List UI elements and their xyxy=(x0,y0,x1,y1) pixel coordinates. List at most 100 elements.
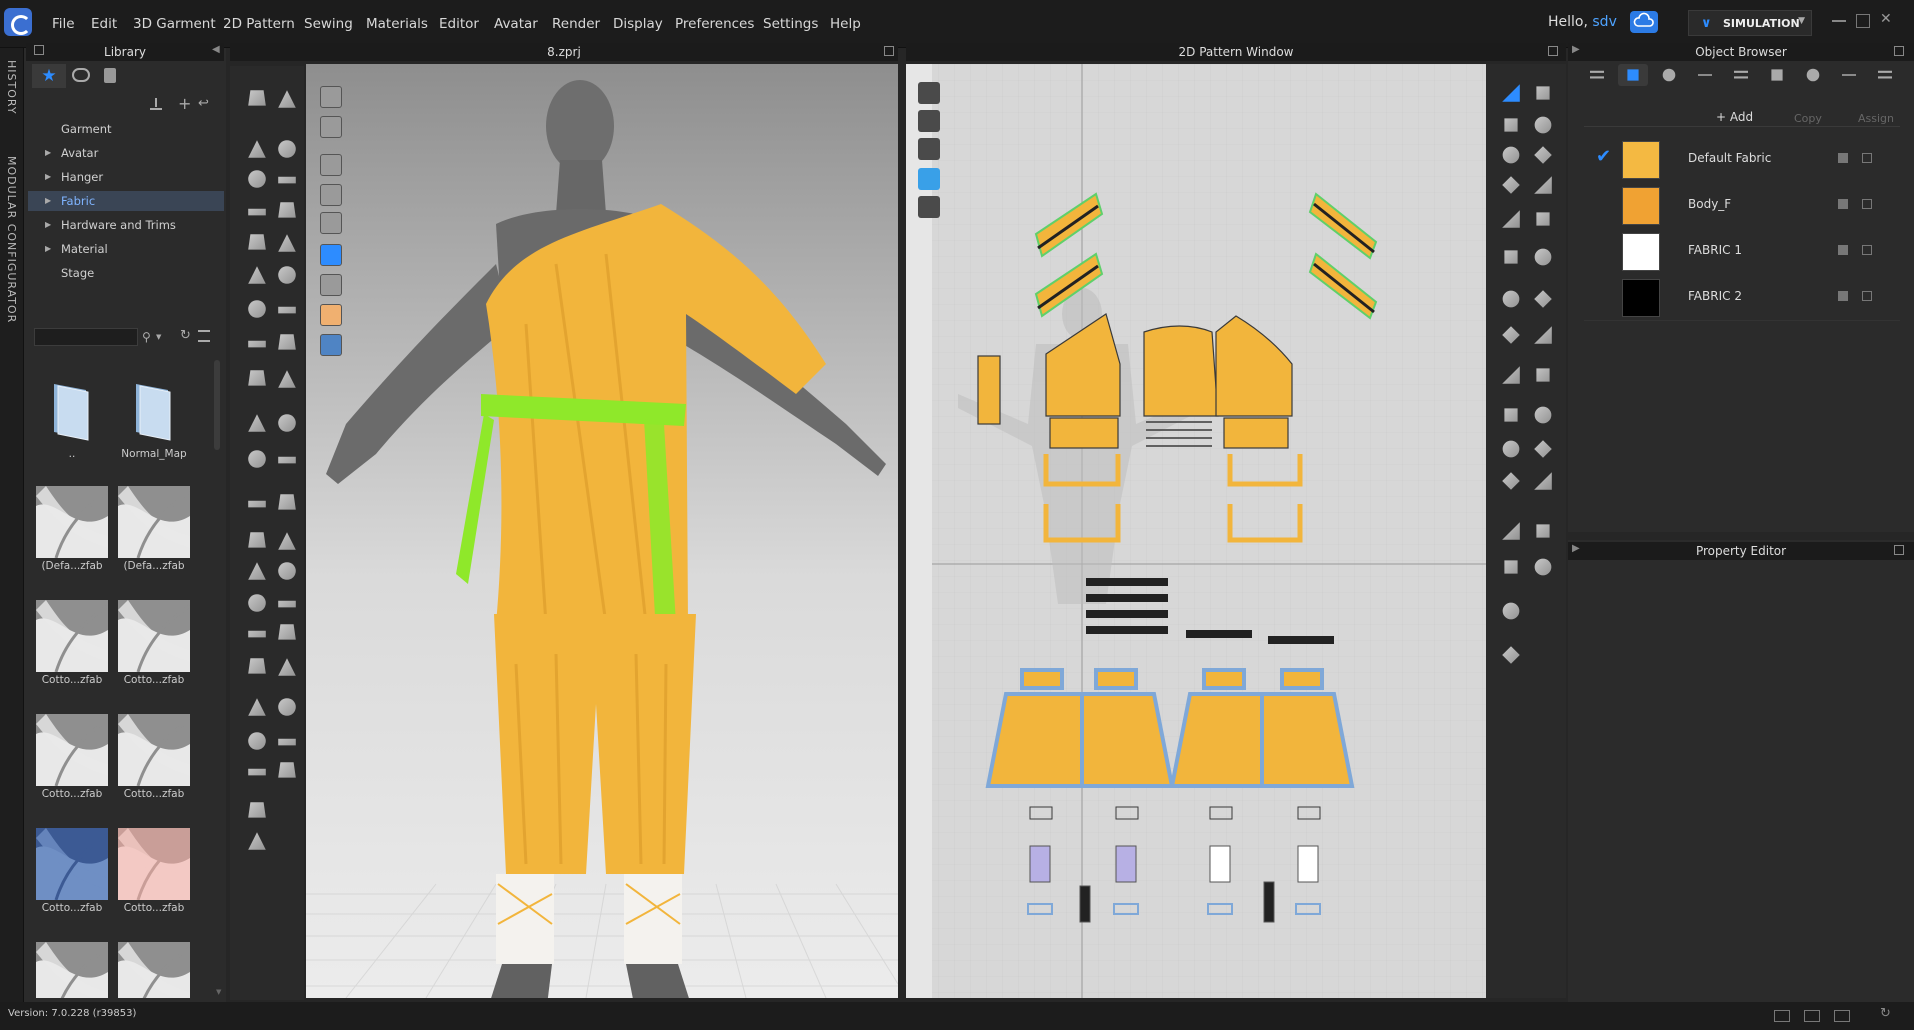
delete-fabric-icon[interactable] xyxy=(1862,153,1872,163)
minimize-icon[interactable] xyxy=(1832,20,1846,22)
collapse-icon[interactable]: ◀ xyxy=(212,44,220,55)
maximize-3d-icon[interactable] xyxy=(884,46,894,56)
view-avatar-icon[interactable] xyxy=(320,116,342,138)
view-texture-icon[interactable] xyxy=(320,244,342,266)
menu-edit[interactable]: Edit xyxy=(91,16,117,32)
layout-single-icon[interactable] xyxy=(1774,1010,1790,1022)
texture-tab-icon[interactable] xyxy=(1654,64,1684,86)
sync-icon[interactable]: ↻ xyxy=(1880,1006,1891,1021)
restore-icon[interactable] xyxy=(1856,14,1870,28)
menu-editor[interactable]: Editor xyxy=(439,16,479,32)
menu-3d-garment[interactable]: 3D Garment xyxy=(133,16,216,32)
2d-texture-icon[interactable] xyxy=(918,168,940,190)
layout-2d-icon[interactable] xyxy=(1834,1010,1850,1022)
fabric-thumbnail[interactable] xyxy=(118,486,190,558)
menu-avatar[interactable]: Avatar xyxy=(494,16,538,32)
fabric-row[interactable]: ✔ Default Fabric xyxy=(1584,136,1904,182)
expand-panel-icon[interactable]: ▶ xyxy=(1572,44,1580,55)
menu-sewing[interactable]: Sewing xyxy=(304,16,353,32)
menu-preferences[interactable]: Preferences xyxy=(675,16,754,32)
fabric-thumbnail[interactable] xyxy=(118,714,190,786)
library-scrollbar[interactable] xyxy=(214,360,220,450)
zipper-tab-icon[interactable] xyxy=(1762,64,1792,86)
undock-icon[interactable] xyxy=(34,45,44,55)
button-tab-icon[interactable] xyxy=(1690,64,1720,86)
2d-garment-icon[interactable] xyxy=(918,110,940,132)
maximize-2d-icon[interactable] xyxy=(1548,46,1558,56)
fabric-thumbnail[interactable] xyxy=(118,942,190,998)
tree-item-hardware-and-trims[interactable]: ▶ Hardware and Trims xyxy=(28,215,224,235)
2d-info-icon[interactable] xyxy=(918,138,940,160)
expand-arrow-icon[interactable]: ▶ xyxy=(45,143,51,163)
3d-viewport[interactable] xyxy=(306,64,899,1014)
list-icon[interactable] xyxy=(1582,64,1612,86)
fabric-row[interactable]: Body_F xyxy=(1584,182,1904,228)
folder-icon[interactable] xyxy=(36,374,108,446)
menu-settings[interactable]: Settings xyxy=(763,16,818,32)
fabric-thumbnail[interactable] xyxy=(36,942,108,998)
puckering-tab-icon[interactable] xyxy=(1798,64,1828,86)
tree-item-avatar[interactable]: ▶ Avatar xyxy=(28,143,224,163)
app-logo-icon[interactable] xyxy=(4,8,32,36)
fabric-thumbnail[interactable] xyxy=(36,486,108,558)
fabric-thumbnail[interactable] xyxy=(118,828,190,900)
copy-fabric-button[interactable]: Copy xyxy=(1794,112,1822,125)
fabric-thumbnail[interactable] xyxy=(36,714,108,786)
fabric-thumbnail[interactable] xyxy=(36,828,108,900)
menu-file[interactable]: File xyxy=(52,16,75,32)
tree-item-garment[interactable]: Garment xyxy=(28,119,224,139)
topstitch-tab-icon[interactable] xyxy=(1726,64,1756,86)
search-dropdown-icon[interactable]: ▼ xyxy=(156,333,161,341)
view-world-icon[interactable] xyxy=(320,334,342,356)
search-icon[interactable]: ⚲ xyxy=(142,330,151,344)
undock-object-browser-icon[interactable] xyxy=(1894,46,1904,56)
tree-item-material[interactable]: ▶ Material xyxy=(28,239,224,259)
user-name[interactable]: sdv xyxy=(1592,14,1616,30)
tab-modular-configurator[interactable]: MODULAR CONFIGURATOR xyxy=(5,156,18,323)
fabric-thumbnail[interactable] xyxy=(36,600,108,672)
storage-icon[interactable] xyxy=(104,68,116,83)
menu-render[interactable]: Render xyxy=(552,16,600,32)
layout-3d-icon[interactable] xyxy=(1804,1010,1820,1022)
download-icon[interactable] xyxy=(150,98,162,110)
menu-materials[interactable]: Materials xyxy=(366,16,428,32)
menu-help[interactable]: Help xyxy=(830,16,861,32)
tab-history[interactable]: HISTORY xyxy=(5,60,18,115)
copy-fabric-icon[interactable] xyxy=(1838,153,1848,163)
measure-tab-icon[interactable] xyxy=(1870,64,1900,86)
expand-arrow-icon[interactable]: ▶ xyxy=(45,215,51,235)
list-view-icon[interactable] xyxy=(198,330,210,342)
copy-fabric-icon[interactable] xyxy=(1838,245,1848,255)
fabric-thumbnail[interactable] xyxy=(118,600,190,672)
view-skin-icon[interactable] xyxy=(320,304,342,326)
copy-fabric-icon[interactable] xyxy=(1838,199,1848,209)
cloud-library-icon[interactable] xyxy=(72,68,90,82)
view-front-icon[interactable] xyxy=(320,184,342,206)
2d-select-icon[interactable] xyxy=(918,82,940,104)
refresh-icon[interactable]: ↻ xyxy=(180,328,191,343)
expand-arrow-icon[interactable]: ▶ xyxy=(45,191,51,211)
fabric-tab-icon[interactable] xyxy=(1618,64,1648,86)
menu-2d-pattern[interactable]: 2D Pattern xyxy=(223,16,295,32)
2d-pattern-canvas[interactable] xyxy=(906,64,1486,998)
cloud-icon[interactable] xyxy=(1630,11,1658,33)
tree-item-stage[interactable]: Stage xyxy=(28,263,224,283)
delete-fabric-icon[interactable] xyxy=(1862,291,1872,301)
tree-item-hanger[interactable]: ▶ Hanger xyxy=(28,167,224,187)
favorites-star-icon[interactable]: ★ xyxy=(32,64,66,88)
delete-fabric-icon[interactable] xyxy=(1862,199,1872,209)
copy-fabric-icon[interactable] xyxy=(1838,291,1848,301)
undock-property-editor-icon[interactable] xyxy=(1894,545,1904,555)
view-top-icon[interactable] xyxy=(320,154,342,176)
view-pin-icon[interactable] xyxy=(320,212,342,234)
delete-fabric-icon[interactable] xyxy=(1862,245,1872,255)
add-folder-icon[interactable]: + xyxy=(178,94,191,113)
add-fabric-button[interactable]: + Add xyxy=(1716,110,1753,124)
expand-arrow-icon[interactable]: ▶ xyxy=(45,239,51,259)
view-garment-icon[interactable] xyxy=(320,86,342,108)
tree-item-fabric[interactable]: ▶ Fabric xyxy=(28,191,224,211)
library-search-input[interactable] xyxy=(34,328,138,346)
expand-arrow-icon[interactable]: ▶ xyxy=(45,167,51,187)
expand-panel-icon[interactable]: ▶ xyxy=(1572,543,1580,554)
trim-tab-icon[interactable] xyxy=(1834,64,1864,86)
